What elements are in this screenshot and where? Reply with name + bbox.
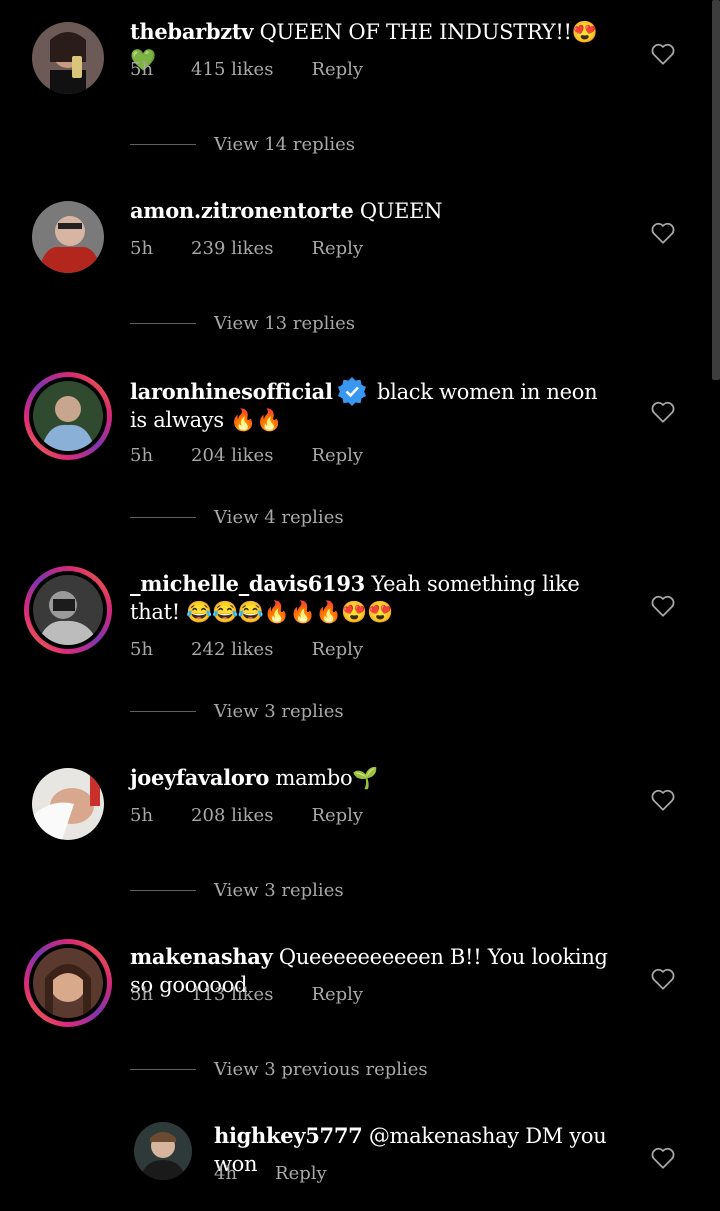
comment-body: amon.zitronentorte QUEEN — [130, 197, 620, 225]
reply-button[interactable]: Reply — [311, 59, 363, 80]
comment-text: QUEEN — [359, 199, 443, 223]
view-previous-replies-button[interactable]: View 3 previous replies — [130, 1059, 428, 1080]
divider-line — [130, 517, 196, 518]
view-replies-label: View 3 previous replies — [214, 1059, 428, 1080]
comment-body: laronhinesofficial black women in neon i… — [130, 376, 620, 434]
view-replies-button[interactable]: View 14 replies — [130, 134, 355, 155]
reply-button[interactable]: Reply — [275, 1163, 327, 1184]
username[interactable]: amon.zitronentorte — [130, 198, 354, 223]
comment-body: _michelle_davis6193 Yeah something like … — [130, 570, 620, 626]
view-replies-button[interactable]: View 3 replies — [130, 880, 344, 901]
username[interactable]: thebarbztv — [130, 19, 254, 44]
heart-icon[interactable] — [650, 42, 676, 66]
timestamp: 5h — [130, 639, 154, 660]
comment-meta: 5h 208 likes Reply — [130, 805, 401, 826]
username[interactable]: makenashay — [130, 944, 273, 969]
comment-meta: 4h Reply — [214, 1163, 365, 1184]
comment-meta: 5h 242 likes Reply — [130, 639, 401, 660]
likes-count[interactable]: 204 likes — [191, 445, 273, 466]
heart-icon[interactable] — [650, 788, 676, 812]
avatar-story-ring[interactable] — [24, 372, 112, 460]
view-replies-label: View 13 replies — [214, 313, 356, 334]
avatar-story-ring[interactable] — [24, 566, 112, 654]
comment-text: mambo🌱 — [275, 766, 379, 790]
comment-meta: 5h 415 likes Reply — [130, 59, 401, 80]
comment-meta: 5h 113 likes Reply — [130, 984, 401, 1005]
likes-count[interactable]: 208 likes — [191, 805, 273, 826]
divider-line — [130, 1069, 196, 1070]
reply-button[interactable]: Reply — [311, 639, 363, 660]
reply-button[interactable]: Reply — [311, 445, 363, 466]
view-replies-button[interactable]: View 4 replies — [130, 507, 344, 528]
reply-button[interactable]: Reply — [311, 984, 363, 1005]
verified-badge-icon — [337, 377, 366, 406]
likes-count[interactable]: 113 likes — [191, 984, 273, 1005]
avatar[interactable] — [32, 22, 104, 94]
comment-meta: 5h 239 likes Reply — [130, 238, 401, 259]
view-replies-label: View 14 replies — [214, 134, 356, 155]
view-replies-button[interactable]: View 13 replies — [130, 313, 355, 334]
avatar[interactable] — [32, 201, 104, 273]
reply-button[interactable]: Reply — [311, 805, 363, 826]
timestamp: 5h — [130, 59, 154, 80]
username[interactable]: _michelle_davis6193 — [130, 571, 365, 596]
comment-body: joeyfavaloro mambo🌱 — [130, 764, 620, 792]
comment-meta: 5h 204 likes Reply — [130, 445, 401, 466]
timestamp: 5h — [130, 238, 154, 259]
username[interactable]: highkey5777 — [214, 1123, 363, 1148]
avatar-story-ring[interactable] — [24, 939, 112, 1027]
likes-count[interactable]: 415 likes — [191, 59, 273, 80]
view-replies-button[interactable]: View 3 replies — [130, 701, 344, 722]
divider-line — [130, 323, 196, 324]
username[interactable]: laronhinesofficial — [130, 379, 333, 404]
divider-line — [130, 144, 196, 145]
timestamp: 5h — [130, 445, 154, 466]
timestamp: 4h — [214, 1163, 238, 1184]
view-replies-label: View 3 replies — [214, 880, 344, 901]
reply-button[interactable]: Reply — [311, 238, 363, 259]
likes-count[interactable]: 239 likes — [191, 238, 273, 259]
view-replies-label: View 3 replies — [214, 701, 344, 722]
heart-icon[interactable] — [650, 967, 676, 991]
scrollbar[interactable] — [712, 0, 720, 380]
heart-icon[interactable] — [650, 400, 676, 424]
heart-icon[interactable] — [650, 594, 676, 618]
divider-line — [130, 890, 196, 891]
timestamp: 5h — [130, 984, 154, 1005]
heart-icon[interactable] — [650, 1146, 676, 1170]
heart-icon[interactable] — [650, 221, 676, 245]
avatar[interactable] — [32, 768, 104, 840]
view-replies-label: View 4 replies — [214, 507, 344, 528]
username[interactable]: joeyfavaloro — [130, 765, 269, 790]
divider-line — [130, 711, 196, 712]
avatar[interactable] — [134, 1122, 192, 1180]
likes-count[interactable]: 242 likes — [191, 639, 273, 660]
timestamp: 5h — [130, 805, 154, 826]
